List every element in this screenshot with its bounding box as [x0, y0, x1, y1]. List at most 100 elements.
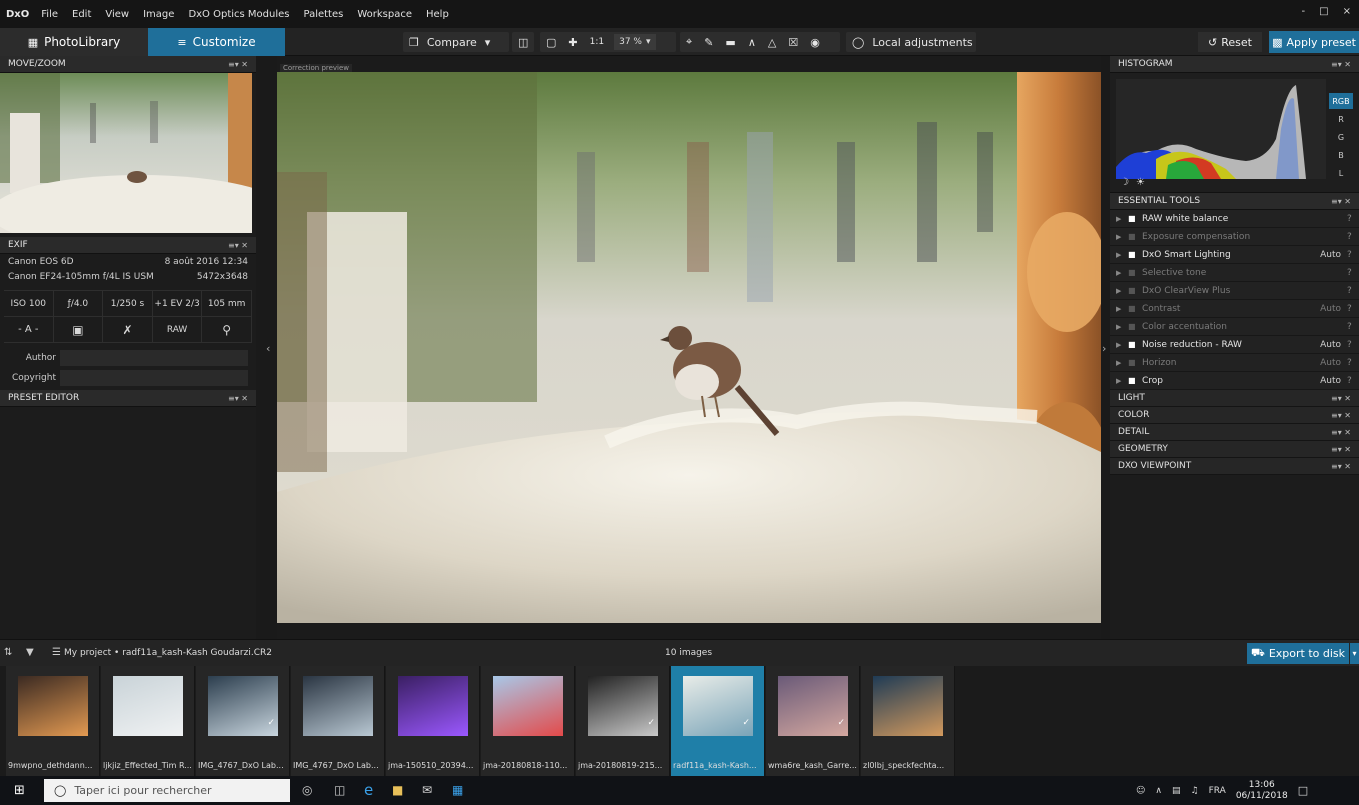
- filmstrip-thumbnail[interactable]: jma-150510_20394...: [386, 666, 480, 776]
- enable-toggle-icon[interactable]: ■: [1128, 358, 1142, 367]
- help-icon[interactable]: ?: [1347, 376, 1353, 386]
- file-explorer-icon[interactable]: ■: [392, 783, 403, 797]
- enable-toggle-icon[interactable]: ■: [1128, 250, 1142, 259]
- menu-image[interactable]: Image: [143, 9, 174, 20]
- repair-icon[interactable]: ☒: [782, 32, 804, 52]
- tool-row[interactable]: ▶ ■ DxO ClearView Plus?: [1110, 282, 1359, 300]
- help-icon[interactable]: ?: [1347, 214, 1353, 224]
- menu-palettes[interactable]: Palettes: [303, 9, 343, 20]
- help-icon[interactable]: ?: [1347, 322, 1353, 332]
- enable-toggle-icon[interactable]: ■: [1128, 286, 1142, 295]
- help-icon[interactable]: ?: [1347, 250, 1353, 260]
- palette-close-icon[interactable]: ≡▾ ✕: [1331, 428, 1351, 437]
- expand-triangle-icon[interactable]: ▶: [1116, 269, 1128, 277]
- fit-screen-icon[interactable]: ▢: [540, 32, 562, 52]
- tool-row[interactable]: ▶ ■ Selective tone?: [1110, 264, 1359, 282]
- minimize-button[interactable]: -: [1302, 6, 1306, 17]
- help-icon[interactable]: ?: [1347, 358, 1353, 368]
- menu-workspace[interactable]: Workspace: [357, 9, 412, 20]
- zoom-level-dropdown[interactable]: 37 % ▾: [614, 34, 656, 50]
- task-view-icon[interactable]: ◫: [334, 783, 345, 797]
- menu-optics-modules[interactable]: DxO Optics Modules: [188, 9, 289, 20]
- language-indicator[interactable]: FRA: [1209, 786, 1226, 796]
- collapse-left-icon[interactable]: ‹: [266, 342, 270, 355]
- dxo-app-icon[interactable]: ▦: [452, 783, 463, 797]
- palette-group-header[interactable]: DETAIL ≡▾ ✕: [1110, 424, 1359, 441]
- copyright-field[interactable]: [60, 370, 248, 386]
- palette-close-icon[interactable]: ≡▾ ✕: [1331, 445, 1351, 454]
- histogram-channel-b[interactable]: B: [1329, 147, 1353, 163]
- tab-customize[interactable]: ≡ Customize: [148, 28, 285, 56]
- navigator-preview[interactable]: [0, 73, 252, 233]
- menu-view[interactable]: View: [105, 9, 129, 20]
- histogram-channel-rgb[interactable]: RGB: [1329, 93, 1353, 109]
- tool-row[interactable]: ▶ ■ DxO Smart Lighting Auto?: [1110, 246, 1359, 264]
- export-to-disk-button[interactable]: ⛟ Export to disk: [1247, 643, 1349, 664]
- red-eye-icon[interactable]: ◉: [804, 32, 826, 52]
- menu-help[interactable]: Help: [426, 9, 449, 20]
- filmstrip-thumbnail[interactable]: 9mwpno_dethdann...: [6, 666, 100, 776]
- filmstrip-thumbnail[interactable]: IMG_4767_DxO Lab...: [291, 666, 385, 776]
- tool-row[interactable]: ▶ ■ Horizon Auto?: [1110, 354, 1359, 372]
- expand-triangle-icon[interactable]: ▶: [1116, 233, 1128, 241]
- help-icon[interactable]: ?: [1347, 232, 1353, 242]
- filmstrip-thumbnail[interactable]: ✓ IMG_4767_DxO Lab...: [196, 666, 290, 776]
- horizon-icon[interactable]: ▬: [719, 32, 741, 52]
- menu-file[interactable]: File: [41, 9, 58, 20]
- taskbar-search-input[interactable]: ◯ Taper ici pour rechercher: [44, 779, 290, 802]
- export-options-dropdown[interactable]: ▾: [1350, 643, 1359, 664]
- maximize-button[interactable]: □: [1319, 6, 1328, 17]
- filmstrip-thumbnail[interactable]: ✓ wma6re_kash_Garre...: [766, 666, 860, 776]
- enable-toggle-icon[interactable]: ■: [1128, 232, 1142, 241]
- menu-edit[interactable]: Edit: [72, 9, 91, 20]
- help-icon[interactable]: ?: [1347, 304, 1353, 314]
- palette-close-icon[interactable]: ≡▾ ✕: [228, 394, 248, 403]
- zoom-1to1-button[interactable]: 1:1: [584, 32, 610, 52]
- exif-header[interactable]: EXIF ≡▾ ✕: [0, 237, 256, 254]
- tool-row[interactable]: ▶ ■ Noise reduction - RAW Auto?: [1110, 336, 1359, 354]
- palette-close-icon[interactable]: ≡▾ ✕: [1331, 411, 1351, 420]
- microphone-icon[interactable]: ◎: [302, 783, 312, 797]
- histogram-channel-l[interactable]: L: [1329, 165, 1353, 181]
- tool-row[interactable]: ▶ ■ Color accentuation?: [1110, 318, 1359, 336]
- tool-row[interactable]: ▶ ■ Exposure compensation?: [1110, 228, 1359, 246]
- author-field[interactable]: [60, 350, 248, 366]
- enable-toggle-icon[interactable]: ■: [1128, 376, 1142, 385]
- enable-toggle-icon[interactable]: ■: [1128, 304, 1142, 313]
- filmstrip-thumbnail[interactable]: ✓ radf11a_kash-Kash...: [671, 666, 765, 776]
- help-icon[interactable]: ?: [1347, 268, 1353, 278]
- pan-icon[interactable]: ✚: [562, 32, 583, 52]
- tool-row[interactable]: ▶ ■ Contrast Auto?: [1110, 300, 1359, 318]
- palette-close-icon[interactable]: ≡▾ ✕: [1331, 394, 1351, 403]
- help-icon[interactable]: ?: [1347, 286, 1353, 296]
- essential-tools-header[interactable]: ESSENTIAL TOOLS ≡▾ ✕: [1110, 193, 1359, 210]
- enable-toggle-icon[interactable]: ■: [1128, 268, 1142, 277]
- filmstrip-thumbnail[interactable]: zl0lbj_speckfechta...: [861, 666, 955, 776]
- palette-group-header[interactable]: COLOR ≡▾ ✕: [1110, 407, 1359, 424]
- split-view-button[interactable]: ◫: [512, 32, 534, 52]
- tool-row[interactable]: ▶ ■ Crop Auto?: [1110, 372, 1359, 390]
- edge-browser-icon[interactable]: e: [364, 781, 373, 799]
- white-balance-picker-icon[interactable]: ✎: [698, 32, 719, 52]
- expand-triangle-icon[interactable]: ▶: [1116, 341, 1128, 349]
- palette-group-header[interactable]: GEOMETRY ≡▾ ✕: [1110, 441, 1359, 458]
- compare-button[interactable]: ❐ Compare ▾: [403, 32, 509, 52]
- taskbar-clock[interactable]: 13:06 06/11/2018: [1236, 780, 1288, 802]
- tool-row[interactable]: ▶ ■ RAW white balance?: [1110, 210, 1359, 228]
- enable-toggle-icon[interactable]: ■: [1128, 340, 1142, 349]
- tab-photolibrary[interactable]: ▦ PhotoLibrary: [0, 28, 148, 56]
- windows-start-icon[interactable]: ⊞: [14, 783, 25, 798]
- enable-toggle-icon[interactable]: ■: [1128, 322, 1142, 331]
- sort-icon[interactable]: ⇅: [4, 647, 12, 658]
- image-viewer[interactable]: [277, 72, 1101, 623]
- expand-triangle-icon[interactable]: ▶: [1116, 305, 1128, 313]
- histogram-header[interactable]: HISTOGRAM ≡▾ ✕: [1110, 56, 1359, 73]
- perspective-icon[interactable]: ∧: [742, 32, 762, 52]
- close-button[interactable]: ×: [1343, 6, 1351, 17]
- histogram-channel-r[interactable]: R: [1329, 111, 1353, 127]
- palette-close-icon[interactable]: ≡▾ ✕: [228, 60, 248, 69]
- collapse-right-icon[interactable]: ›: [1102, 342, 1106, 355]
- preset-editor-header[interactable]: PRESET EDITOR ≡▾ ✕: [0, 390, 256, 407]
- highlight-clipping-icon[interactable]: ☀: [1136, 177, 1145, 188]
- move-zoom-header[interactable]: MOVE/ZOOM ≡▾ ✕: [0, 56, 256, 73]
